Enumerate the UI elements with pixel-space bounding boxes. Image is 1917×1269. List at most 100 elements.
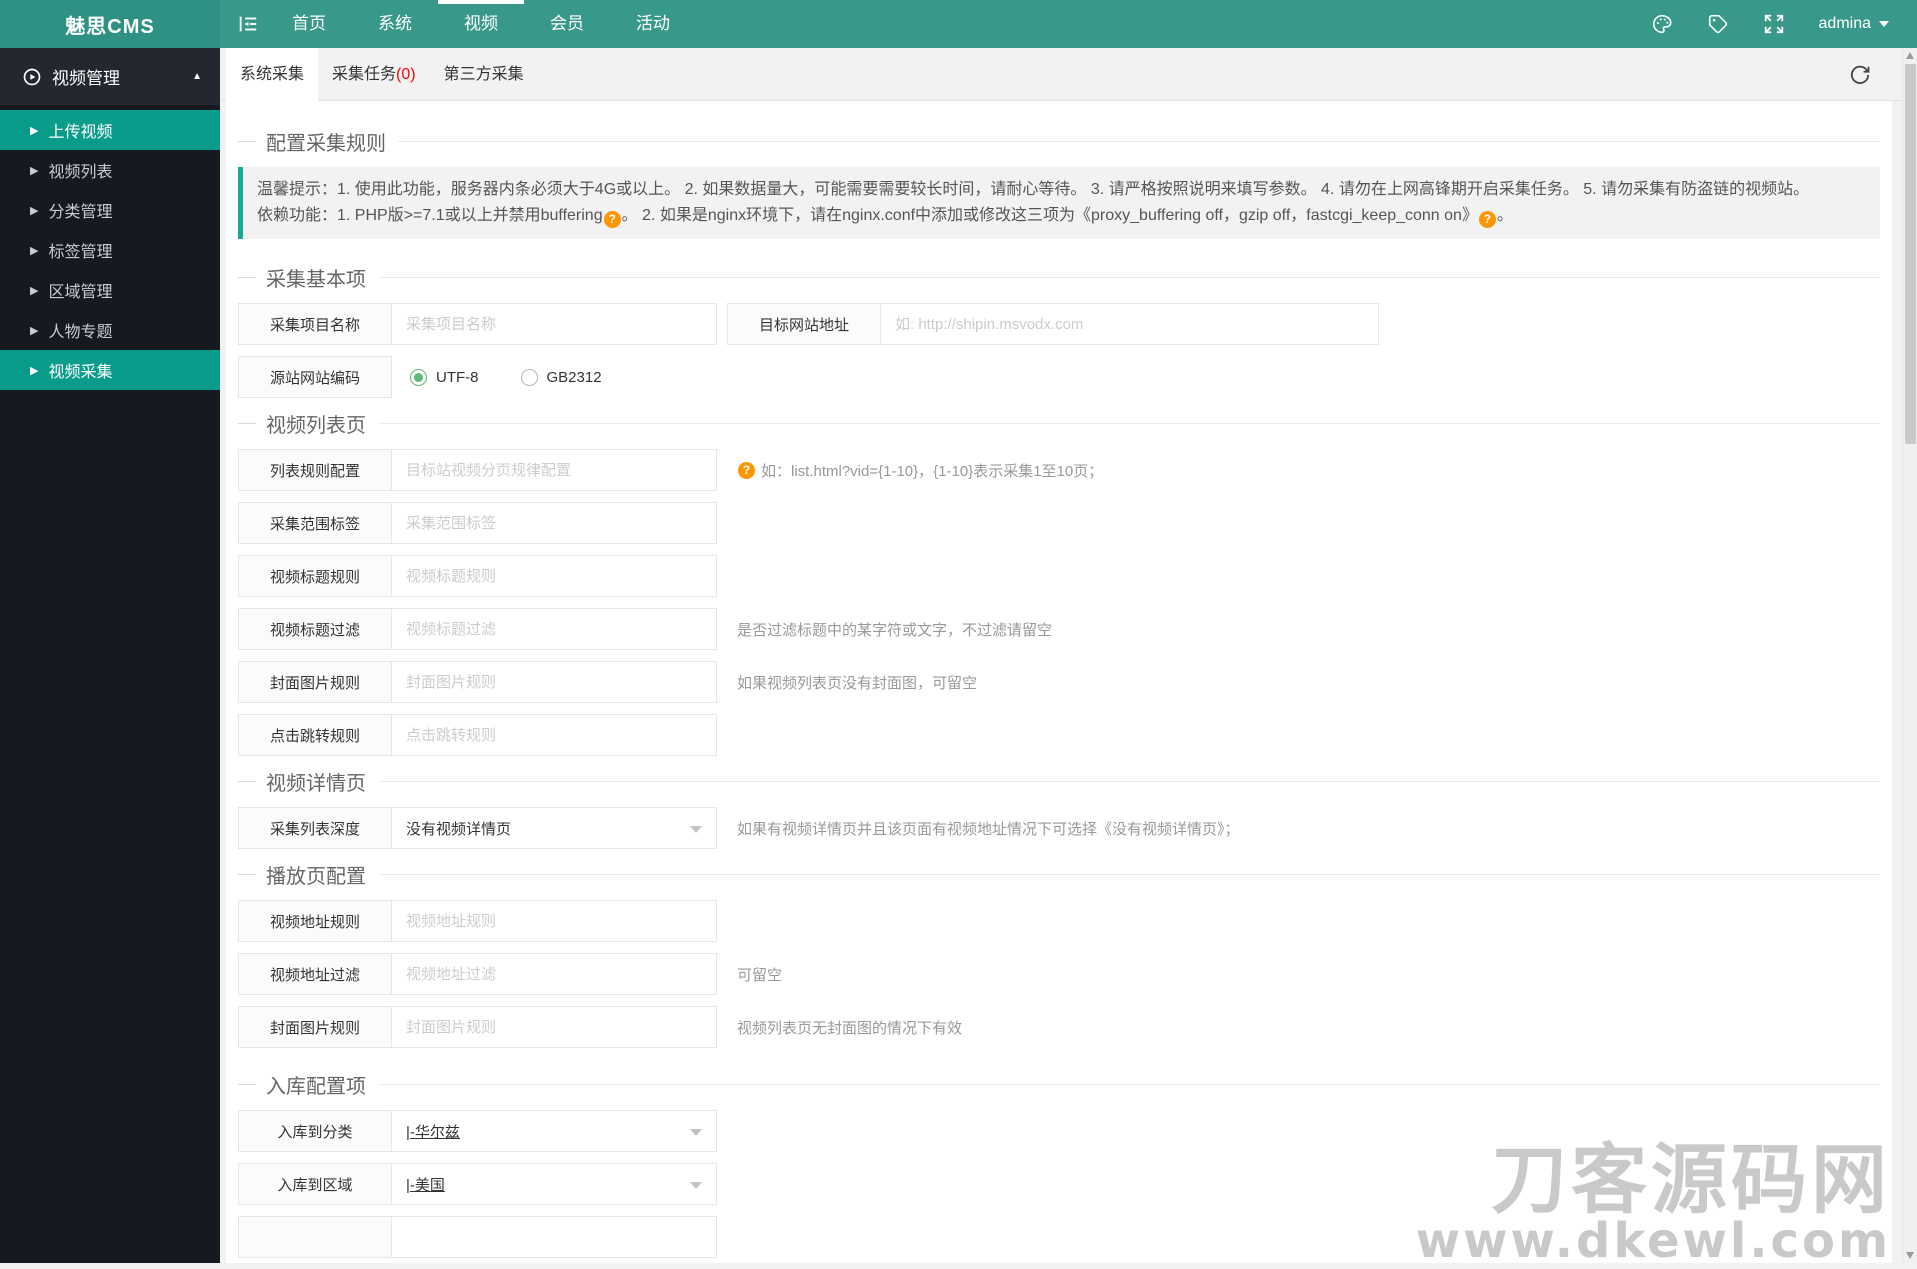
nav-item-system[interactable]: 系统: [352, 0, 438, 48]
store-region-select[interactable]: |-美国: [391, 1163, 717, 1205]
fullscreen-icon[interactable]: [1763, 13, 1785, 35]
collect-depth-select[interactable]: 没有视频详情页: [391, 807, 717, 849]
form-row: 视频地址过滤可留空: [238, 953, 1880, 995]
field-hint: 视频列表页无封面图的情况下有效: [737, 1017, 962, 1038]
sidebar-item-region-management[interactable]: ▶区域管理: [0, 270, 220, 310]
sidebar-item-video-list[interactable]: ▶视频列表: [0, 150, 220, 190]
section-title: 视频详情页: [266, 767, 366, 796]
notice-box: 温馨提示：1. 使用此功能，服务器内条必须大于4G或以上。 2. 如果数据量大，…: [238, 167, 1880, 239]
tab-label: 第三方采集: [444, 66, 524, 83]
page-title-legend: 配置采集规则: [238, 127, 1880, 155]
triangle-right-icon: ▶: [30, 204, 38, 217]
field-video-url-filter: 视频地址过滤: [238, 953, 717, 995]
question-circle-icon[interactable]: ?: [604, 211, 621, 228]
question-circle-icon[interactable]: ?: [738, 462, 755, 479]
triangle-right-icon: ▶: [30, 244, 38, 257]
field-label: 入库到分类: [238, 1110, 392, 1152]
hint-text: 可留空: [737, 964, 782, 985]
theme-palette-icon[interactable]: [1651, 13, 1673, 35]
form-row: [238, 1216, 1880, 1258]
sidebar-group-label: 视频管理: [52, 64, 192, 89]
notice-text: 。: [1497, 207, 1513, 224]
collect-range-tag-input[interactable]: [391, 502, 717, 544]
tab-label: 采集任务: [332, 66, 396, 83]
radio-label: UTF-8: [436, 369, 479, 386]
nav-item-home[interactable]: 首页: [266, 0, 352, 48]
field-label: 目标网站地址: [727, 303, 881, 345]
question-circle-icon[interactable]: ?: [1479, 211, 1496, 228]
field-collect-range-tag: 采集范围标签: [238, 502, 717, 544]
list-rule-input[interactable]: [391, 449, 717, 491]
partial-row-input[interactable]: [391, 1216, 717, 1258]
sidebar-item-label: 视频列表: [48, 158, 112, 182]
video-title-filter-input[interactable]: [391, 608, 717, 650]
section-legend: 视频列表页: [238, 409, 1880, 437]
field-store-category: 入库到分类 |-华尔兹: [238, 1110, 717, 1152]
scroll-down-arrow-icon[interactable]: [1906, 1252, 1914, 1259]
sidebar-item-label: 标签管理: [48, 238, 112, 262]
field-target-site-url: 目标网站地址: [727, 303, 1379, 345]
sidebar-items: ▶上传视频▶视频列表 ▶ 分类管理 ▶ 标签管理 ▶区域管理▶人物专题▶视频采集: [0, 105, 220, 390]
scrollbar-thumb[interactable]: [1905, 64, 1916, 444]
tab-system-collect[interactable]: 系统采集: [226, 48, 318, 101]
field-label: 视频地址规则: [238, 900, 392, 942]
tab-collect-tasks[interactable]: 采集任务(0): [318, 48, 430, 101]
section-legend: 入库配置项: [238, 1070, 1880, 1098]
field-label: 视频标题规则: [238, 555, 392, 597]
field-label: 视频标题过滤: [238, 608, 392, 650]
sidebar-item-upload-video[interactable]: ▶上传视频: [0, 110, 220, 150]
nav-item-video[interactable]: 视频: [438, 0, 524, 48]
top-navbar: 魅思CMS 首页系统视频会员活动: [0, 0, 1917, 48]
field-label: 源站网站编码: [238, 356, 392, 398]
radio-gb2312[interactable]: [521, 369, 538, 386]
legend-line: [238, 141, 256, 142]
legend-line: [238, 874, 256, 875]
field-label: [238, 1216, 392, 1258]
field-label: 采集项目名称: [238, 303, 392, 345]
field-label: 采集范围标签: [238, 502, 392, 544]
sidebar-item-label: 上传视频: [48, 118, 112, 142]
store-category-select[interactable]: |-华尔兹: [391, 1110, 717, 1152]
tag-icon[interactable]: [1707, 13, 1729, 35]
video-url-filter-input[interactable]: [391, 953, 717, 995]
sidebar-item-label: 分类管理: [48, 198, 112, 222]
radio-utf-8[interactable]: [410, 369, 427, 386]
field-collect-depth: 采集列表深度没有视频详情页: [238, 807, 717, 849]
nav-item-activity[interactable]: 活动: [610, 0, 696, 48]
target-site-url-input[interactable]: [880, 303, 1379, 345]
nav-item-member[interactable]: 会员: [524, 0, 610, 48]
video-title-rule-input[interactable]: [391, 555, 717, 597]
sidebar-group-video-management[interactable]: 视频管理 ▲: [0, 48, 220, 105]
tab-third-party-collect[interactable]: 第三方采集: [430, 48, 538, 101]
sidebar-item-category-management[interactable]: ▶ 分类管理: [0, 190, 220, 230]
select-value: |-华尔兹: [406, 1121, 460, 1142]
field-hint: 如果有视频详情页并且该页面有视频地址情况下可选择《没有视频详情页》；: [737, 818, 1240, 839]
click-jump-rule-input[interactable]: [391, 714, 717, 756]
notice-text: 。 2. 如果是nginx环境下，请在nginx.conf中添加或修改这三项为《…: [622, 207, 1478, 224]
sidebar-item-video-collect[interactable]: ▶视频采集: [0, 350, 220, 390]
hint-text: 如果视频列表页没有封面图，可留空: [737, 672, 977, 693]
navbar-right-cluster: admina: [1651, 0, 1889, 48]
field-source-encoding: 源站网站编码 UTF-8 GB2312: [238, 356, 602, 398]
radio-label: GB2312: [547, 369, 602, 386]
cover-image-rule-input[interactable]: [391, 661, 717, 703]
sidebar-item-people-topic[interactable]: ▶人物专题: [0, 310, 220, 350]
video-url-rule-input[interactable]: [391, 900, 717, 942]
play-cover-image-rule-input[interactable]: [391, 1006, 717, 1048]
scroll-up-arrow-icon[interactable]: [1906, 52, 1914, 59]
project-name-input[interactable]: [391, 303, 717, 345]
field-store-region: 入库到区域|-美国: [238, 1163, 717, 1205]
collapse-menu-icon[interactable]: [230, 0, 266, 48]
user-menu[interactable]: admina: [1819, 15, 1889, 33]
field-label: 点击跳转规则: [238, 714, 392, 756]
legend-line: [238, 781, 256, 782]
vertical-scrollbar[interactable]: [1902, 48, 1917, 1263]
sidebar-item-tag-management[interactable]: ▶ 标签管理: [0, 230, 220, 270]
legend-line: [378, 781, 1880, 782]
sidebar-item-label: 区域管理: [48, 278, 112, 302]
refresh-icon[interactable]: [1848, 63, 1872, 87]
field-cover-image-rule: 封面图片规则: [238, 661, 717, 703]
sidebar-item-label: 视频采集: [48, 358, 112, 382]
source-encoding-radios: UTF-8 GB2312: [392, 356, 602, 398]
page-title: 配置采集规则: [266, 127, 386, 156]
